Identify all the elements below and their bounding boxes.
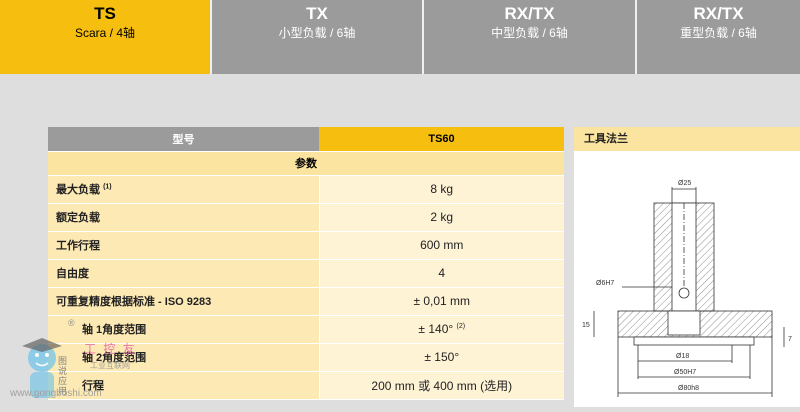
- watermark-logo: ® 工 控 友 工业互联网 图 说 应 用 www.gongboshi.com: [0, 318, 140, 407]
- spec-value: ± 150°: [319, 343, 564, 372]
- spec-label: 可重复精度根据标准 - ISO 9283: [48, 287, 320, 316]
- tool-flange-panel: 工具法兰 Ø25 Ø6H7 Ø18 Ø50H7 Ø80h8 15 7: [574, 127, 800, 407]
- spec-value: 200 mm 或 400 mm (选用): [319, 371, 564, 400]
- spec-value: 2 kg: [319, 203, 564, 232]
- dim-d50h7: Ø50H7: [674, 369, 696, 376]
- spec-label: 自由度: [48, 259, 320, 288]
- dim-h15: 15: [582, 322, 590, 329]
- footnote-marker: (1): [103, 183, 112, 191]
- spec-value: ± 0,01 mm: [319, 287, 564, 316]
- watermark-text: 工 控 友: [84, 342, 137, 356]
- dim-d80h8: Ø80h8: [678, 385, 699, 392]
- tab-title: RX/TX: [504, 4, 555, 23]
- tab-tx[interactable]: TX 小型负载 / 6轴: [212, 0, 424, 74]
- spec-group-row: 参数: [48, 151, 564, 176]
- table-row: 工作行程 600 mm: [48, 231, 564, 260]
- spec-value: ± 140° (2): [319, 315, 564, 344]
- watermark-registered: ®: [68, 318, 75, 328]
- tool-flange-title: 工具法兰: [574, 127, 800, 151]
- tab-rx-tx-medium[interactable]: RX/TX 中型负载 / 6轴: [424, 0, 637, 74]
- dim-d18: Ø18: [676, 353, 689, 360]
- spec-label: 工作行程: [48, 231, 320, 260]
- tab-subtitle: Scara / 4轴: [74, 26, 136, 40]
- model-header-label: 型号: [48, 127, 319, 152]
- footnote-marker: (2): [456, 323, 466, 330]
- dim-h7: 7: [788, 336, 792, 343]
- spec-value: 4: [319, 259, 564, 288]
- watermark-sub: 工业互联网: [90, 361, 130, 370]
- tab-subtitle: 小型负载 / 6轴: [278, 26, 356, 40]
- spec-value: 8 kg: [319, 175, 564, 204]
- spec-label: 最大负载 (1): [48, 175, 320, 204]
- model-header-value: TS60: [319, 127, 564, 152]
- table-row: 可重复精度根据标准 - ISO 9283 ± 0,01 mm: [48, 287, 564, 316]
- tab-title: TX: [306, 4, 328, 23]
- tab-subtitle: 重型负载 / 6轴: [680, 26, 757, 40]
- tool-flange-drawing: Ø25 Ø6H7 Ø18 Ø50H7 Ø80h8 15 7: [582, 180, 792, 397]
- watermark-url: www.gongboshi.com: [10, 388, 102, 399]
- tab-subtitle: 中型负载 / 6轴: [491, 26, 568, 40]
- table-row: 最大负载 (1) 8 kg: [48, 175, 564, 204]
- spec-label: 额定负载: [48, 203, 320, 232]
- spec-group-label: 参数: [48, 151, 564, 176]
- robot-series-tabs: TS Scara / 4轴 TX 小型负载 / 6轴 RX/TX 中型负载 / …: [0, 0, 800, 74]
- dim-d25: Ø25: [678, 180, 691, 187]
- tab-rx-tx-heavy[interactable]: RX/TX 重型负载 / 6轴: [637, 0, 800, 74]
- table-row: 额定负载 2 kg: [48, 203, 564, 232]
- spec-value: 600 mm: [319, 231, 564, 260]
- dim-d6h7: Ø6H7: [596, 280, 614, 287]
- tab-ts[interactable]: TS Scara / 4轴: [0, 0, 212, 74]
- spec-header-row: 型号 TS60: [48, 127, 564, 152]
- table-row: 自由度 4: [48, 259, 564, 288]
- tab-title: RX/TX: [693, 4, 744, 23]
- tab-title: TS: [94, 4, 116, 23]
